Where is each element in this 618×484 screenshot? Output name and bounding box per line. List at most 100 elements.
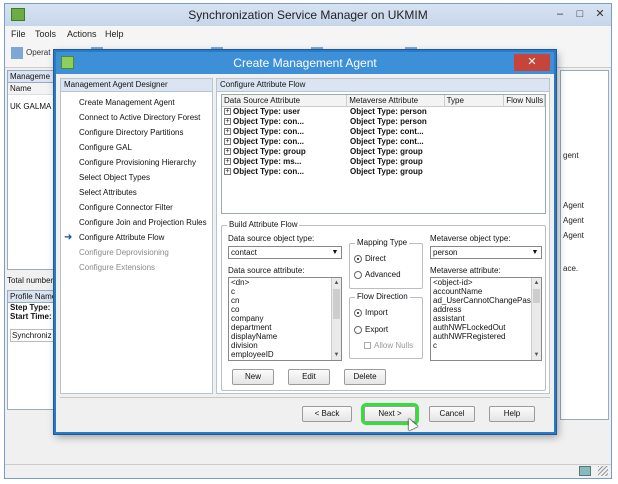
help-button[interactable]: Help: [489, 406, 535, 422]
nav-select-attributes[interactable]: Select Attributes: [61, 185, 212, 200]
window-title: Synchronization Service Manager on UKMIM: [188, 8, 428, 22]
table-row[interactable]: + Object Type: con... Object Type: person: [222, 117, 545, 127]
list-item[interactable]: division: [229, 341, 341, 350]
menu-actions[interactable]: Actions: [67, 29, 97, 39]
nav-configure-join-projection[interactable]: Configure Join and Projection Rules: [61, 215, 212, 230]
list-item[interactable]: ad_UserCannotChangePass: [431, 296, 541, 305]
list-item[interactable]: c: [431, 341, 541, 350]
window-titlebar: Synchronization Service Manager on UKMIM…: [5, 4, 611, 26]
scroll-down-icon[interactable]: ▼: [332, 350, 341, 360]
list-item[interactable]: <dn>: [229, 278, 341, 287]
nav-configure-directory-partitions[interactable]: Configure Directory Partitions: [61, 125, 212, 140]
flow-direction-legend: Flow Direction: [355, 292, 410, 301]
ds-attribute-list[interactable]: <dn> c cn co company department displayN…: [228, 277, 342, 361]
radio-selected-icon: [354, 308, 362, 317]
column-header[interactable]: Flow Nulls: [504, 95, 545, 106]
list-item[interactable]: <object-id>: [431, 278, 541, 287]
resize-grip-icon[interactable]: [598, 466, 608, 476]
scrollbar[interactable]: ▲ ▼: [331, 278, 341, 360]
nav-connect-ad-forest[interactable]: Connect to Active Directory Forest: [61, 110, 212, 125]
action-text[interactable]: Agent: [563, 216, 584, 225]
expand-icon[interactable]: +: [224, 128, 231, 136]
cancel-button[interactable]: Cancel: [429, 406, 475, 422]
toolbar-operations-button[interactable]: Operat: [11, 47, 50, 63]
list-item[interactable]: address: [431, 305, 541, 314]
scroll-thumb[interactable]: [533, 289, 540, 303]
mv-object-type-label: Metaverse object type:: [430, 234, 511, 243]
expand-icon[interactable]: +: [224, 148, 231, 156]
table-row[interactable]: + Object Type: con... Object Type: cont...: [222, 127, 545, 137]
expand-icon[interactable]: +: [224, 118, 231, 126]
table-row[interactable]: + Object Type: con... Object Type: cont...: [222, 137, 545, 147]
action-text[interactable]: Agent: [563, 231, 584, 240]
scroll-up-icon[interactable]: ▲: [532, 278, 541, 288]
column-header[interactable]: Metaverse Attribute: [347, 95, 445, 106]
content-header: Configure Attribute Flow: [217, 79, 549, 92]
nav-configure-gal[interactable]: Configure GAL: [61, 140, 212, 155]
maximize-icon[interactable]: □: [573, 7, 587, 21]
button-row-separator: [60, 397, 550, 398]
expand-icon[interactable]: +: [224, 168, 231, 176]
synchronization-tab[interactable]: Synchroniz: [10, 329, 58, 342]
ds-object-type-label: Data source object type:: [228, 234, 315, 243]
list-item[interactable]: displayName: [229, 332, 341, 341]
action-text: gent: [563, 151, 579, 160]
mapping-type-group: Mapping Type Direct Advanced: [349, 238, 423, 289]
delete-button[interactable]: Delete: [344, 369, 386, 385]
list-item[interactable]: authNWFLockedOut: [431, 323, 541, 332]
nav-configure-connector-filter[interactable]: Configure Connector Filter: [61, 200, 212, 215]
nav-configure-deprovisioning: Configure Deprovisioning: [79, 248, 169, 257]
grid-header: Data Source Attribute Metaverse Attribut…: [222, 95, 545, 107]
minimize-icon[interactable]: –: [553, 7, 567, 21]
flow-export-radio[interactable]: Export: [354, 325, 388, 334]
table-row[interactable]: + Object Type: user Object Type: person: [222, 107, 545, 117]
menu-tools[interactable]: Tools: [35, 29, 56, 39]
list-item[interactable]: cn: [229, 296, 341, 305]
list-item[interactable]: department: [229, 323, 341, 332]
menu-file[interactable]: File: [11, 29, 26, 39]
mv-attribute-list[interactable]: <object-id> accountName ad_UserCannotCha…: [430, 277, 542, 361]
new-button[interactable]: New: [232, 369, 274, 385]
expand-icon[interactable]: +: [224, 108, 231, 116]
mv-object-type-select[interactable]: person ▼: [430, 246, 542, 259]
list-item[interactable]: c: [229, 287, 341, 296]
action-text[interactable]: Agent: [563, 201, 584, 210]
dialog-title: Create Management Agent: [233, 56, 377, 70]
nav-configure-attribute-flow[interactable]: ➜ Configure Attribute Flow: [61, 230, 212, 245]
table-row[interactable]: + Object Type: group Object Type: group: [222, 147, 545, 157]
list-item[interactable]: co: [229, 305, 341, 314]
nav-create-management-agent[interactable]: Create Management Agent: [61, 95, 212, 110]
column-header[interactable]: Type: [445, 95, 505, 106]
close-icon[interactable]: ✕: [593, 7, 607, 21]
list-item[interactable]: assistant: [431, 314, 541, 323]
list-item[interactable]: employeeID: [229, 350, 341, 359]
dialog-close-button[interactable]: ✕: [514, 54, 550, 71]
flow-import-radio[interactable]: Import: [354, 308, 388, 317]
mapping-direct-radio[interactable]: Direct: [354, 254, 386, 263]
action-text: ace.: [563, 264, 579, 273]
table-row[interactable]: + Object Type: con... Object Type: group: [222, 167, 545, 177]
scroll-down-icon[interactable]: ▼: [532, 350, 541, 360]
nav-configure-provisioning-hierarchy[interactable]: Configure Provisioning Hierarchy: [61, 155, 212, 170]
table-row[interactable]: + Object Type: ms... Object Type: group: [222, 157, 545, 167]
list-item[interactable]: company: [229, 314, 341, 323]
mapping-advanced-radio[interactable]: Advanced: [354, 270, 401, 279]
chevron-down-icon: ▼: [331, 249, 339, 256]
list-item[interactable]: authNWFRegistered: [431, 332, 541, 341]
scroll-thumb[interactable]: [333, 289, 340, 319]
nav-select-object-types[interactable]: Select Object Types: [61, 170, 212, 185]
column-header-name[interactable]: Name: [8, 83, 60, 95]
total-number-label: Total number: [7, 276, 54, 285]
list-item[interactable]: UK GALMA: [8, 101, 60, 112]
menu-help[interactable]: Help: [105, 29, 124, 39]
profile-pane: Profile Name Step Type: Start Time: Sync…: [7, 290, 61, 410]
expand-icon[interactable]: +: [224, 158, 231, 166]
scrollbar[interactable]: ▲ ▼: [531, 278, 541, 360]
ds-object-type-select[interactable]: contact ▼: [228, 246, 342, 259]
expand-icon[interactable]: +: [224, 138, 231, 146]
list-item[interactable]: accountName: [431, 287, 541, 296]
edit-button[interactable]: Edit: [288, 369, 330, 385]
back-button[interactable]: < Back: [302, 406, 352, 422]
scroll-up-icon[interactable]: ▲: [332, 278, 341, 288]
column-header[interactable]: Data Source Attribute: [222, 95, 348, 106]
